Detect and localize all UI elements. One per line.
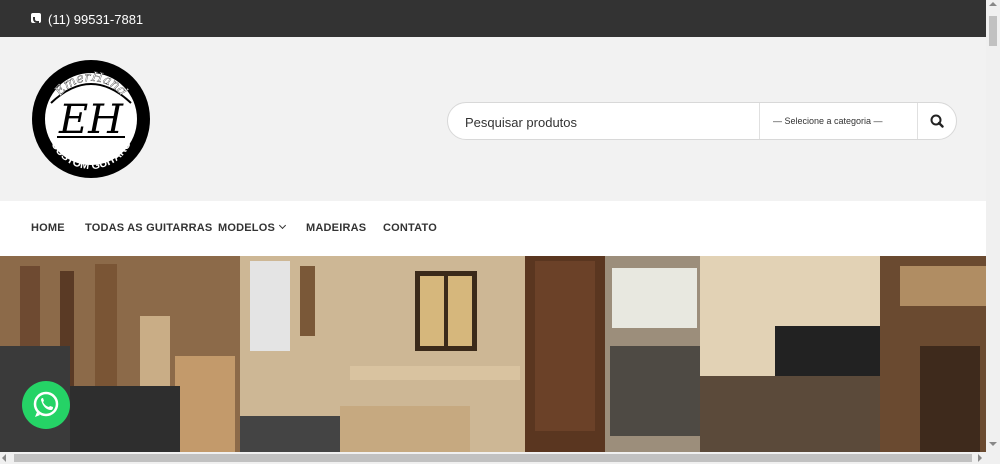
category-select[interactable]: — Selecione a categoria — — [759, 103, 917, 139]
nav-item-contato[interactable]: CONTATO — [383, 222, 437, 234]
horizontal-scrollbar-thumb[interactable] — [14, 454, 972, 462]
search-button[interactable] — [917, 103, 956, 139]
search-bar: — Selecione a categoria — — [447, 102, 957, 140]
search-icon — [930, 114, 944, 128]
nav-item-modelos[interactable]: MODELOS — [218, 221, 287, 234]
site-logo[interactable]: EmerHand EH CUSTOM GUITARS — [31, 59, 151, 179]
scroll-down-arrow-icon[interactable] — [989, 442, 997, 446]
whatsapp-icon — [33, 391, 59, 417]
header: EmerHand EH CUSTOM GUITARS — Selecione a… — [0, 37, 986, 201]
whatsapp-button[interactable] — [22, 381, 70, 429]
nav-item-home[interactable]: HOME — [31, 222, 65, 234]
nav-item-modelos-label: MODELOS — [218, 222, 276, 234]
scroll-left-arrow-icon[interactable] — [2, 454, 6, 462]
main-nav: HOME TODAS AS GUITARRAS MODELOS MADEIRAS… — [0, 201, 986, 256]
hero-image — [0, 256, 986, 452]
nav-item-todas-as-guitarras[interactable]: TODAS AS GUITARRAS — [85, 222, 212, 234]
top-bar: (11) 99531-7881 — [0, 0, 986, 37]
search-input[interactable] — [463, 103, 757, 139]
scroll-right-arrow-icon[interactable] — [978, 454, 982, 462]
chevron-down-icon — [278, 221, 287, 230]
nav-item-madeiras[interactable]: MADEIRAS — [306, 222, 366, 234]
phone-square-icon — [31, 13, 41, 23]
scroll-up-arrow-icon[interactable] — [989, 2, 997, 6]
vertical-scrollbar-thumb[interactable] — [989, 16, 997, 46]
hero-banner — [0, 256, 986, 452]
vertical-scrollbar[interactable] — [986, 0, 1000, 452]
horizontal-scrollbar[interactable] — [0, 452, 1000, 464]
phone-number[interactable]: (11) 99531-7881 — [48, 12, 143, 27]
